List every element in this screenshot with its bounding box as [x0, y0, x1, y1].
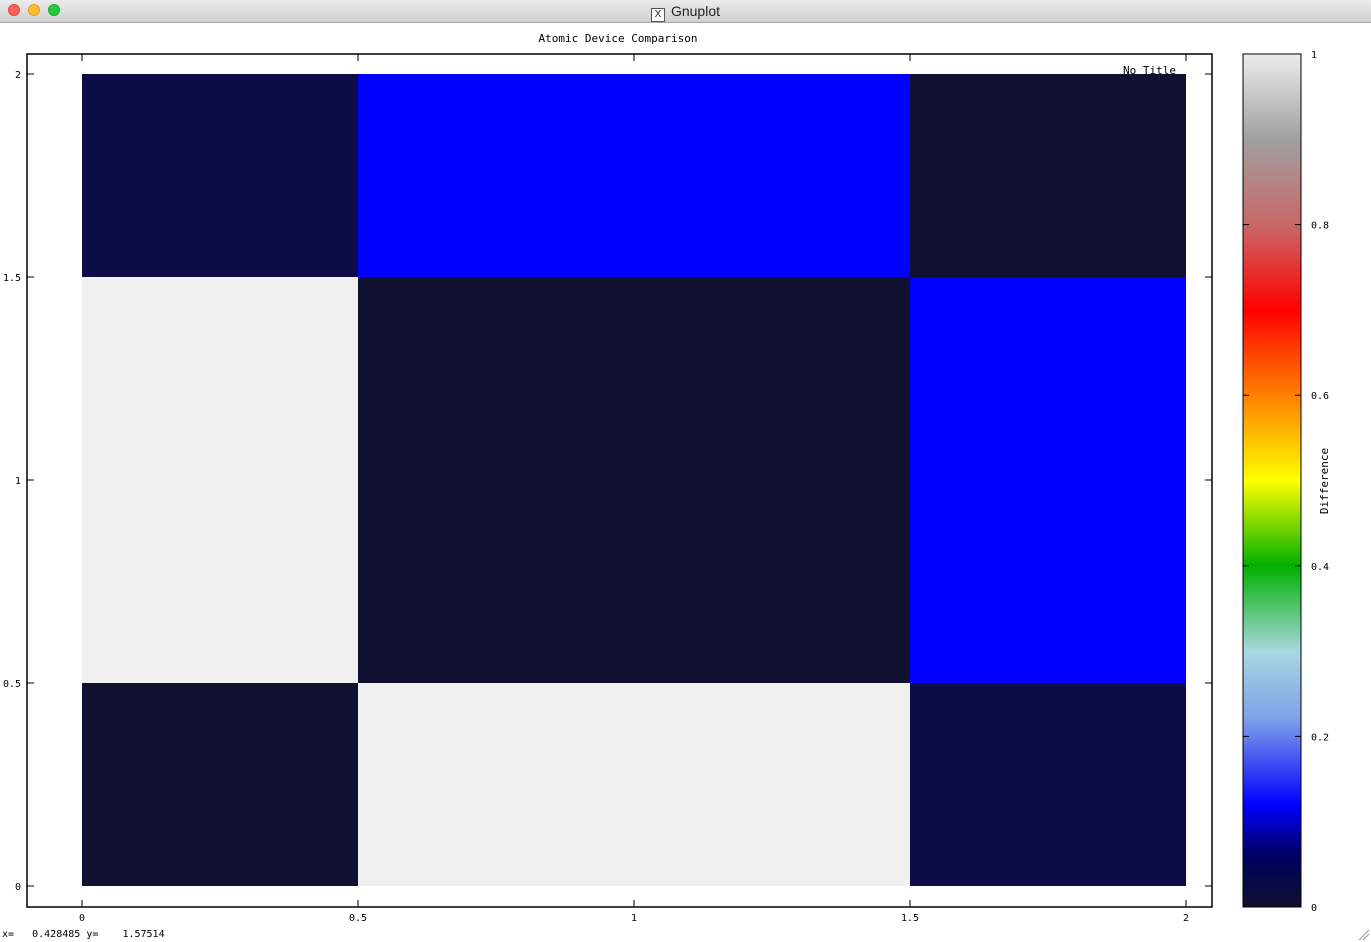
mouse-coordinates: x= 0.428485 y= 1.57514 [2, 929, 165, 940]
colorbar-label: Difference [1318, 448, 1331, 514]
y-coord-label: y= [86, 929, 99, 940]
x-tick-label: 1.5 [901, 913, 919, 924]
x-tick-label: 1 [631, 913, 637, 924]
x-tick-label: 0.5 [349, 913, 367, 924]
colorbar [1242, 53, 1302, 908]
colorbar-tick-label: 1 [1311, 50, 1317, 61]
window-title-text: Gnuplot [670, 3, 721, 19]
colorbar-tick-label: 0 [1311, 903, 1317, 914]
heatmap-cell [82, 277, 358, 683]
x-tick-label: 0 [79, 913, 85, 924]
y-tick-label: 2 [15, 70, 21, 81]
colorbar-tick-label: 0.6 [1311, 391, 1329, 402]
window-title: X Gnuplot [0, 3, 1371, 22]
heatmap-cell [358, 277, 910, 683]
resize-grip-icon[interactable] [1357, 928, 1369, 940]
key-title: No Title [1123, 64, 1176, 77]
colorbar-tick-label: 0.2 [1311, 732, 1329, 743]
window-titlebar: X Gnuplot [0, 0, 1371, 23]
heatmap-cell [910, 683, 1186, 886]
y-tick-label: 0 [15, 882, 21, 893]
heatmap-cell [358, 683, 910, 886]
y-coord-value: 1.57514 [122, 929, 165, 940]
heatmap-cell [82, 74, 358, 277]
y-tick-label: 0.5 [3, 679, 21, 690]
heatmap-cell [358, 74, 910, 277]
heatmap-cell [910, 277, 1186, 683]
chart-title: Atomic Device Comparison [539, 32, 698, 45]
colorbar-tick-label: 0.4 [1311, 562, 1329, 573]
y-tick-label: 1 [15, 476, 21, 487]
colorbar-tick-label: 0.8 [1311, 221, 1329, 232]
x-tick-label: 2 [1183, 913, 1189, 924]
x-coord-label: x= [2, 929, 15, 940]
heatmap-cell [910, 74, 1186, 277]
x11-icon: X [650, 8, 665, 22]
heatmap-cells [82, 74, 1186, 886]
heatmap-chart[interactable]: Atomic Device Comparison 0 0.5 1 1.5 2 0 0.5 1 1… [0, 22, 1371, 927]
heatmap-cell [82, 683, 358, 886]
y-tick-label: 1.5 [3, 273, 21, 284]
x-coord-value: 0.428485 [32, 929, 81, 940]
